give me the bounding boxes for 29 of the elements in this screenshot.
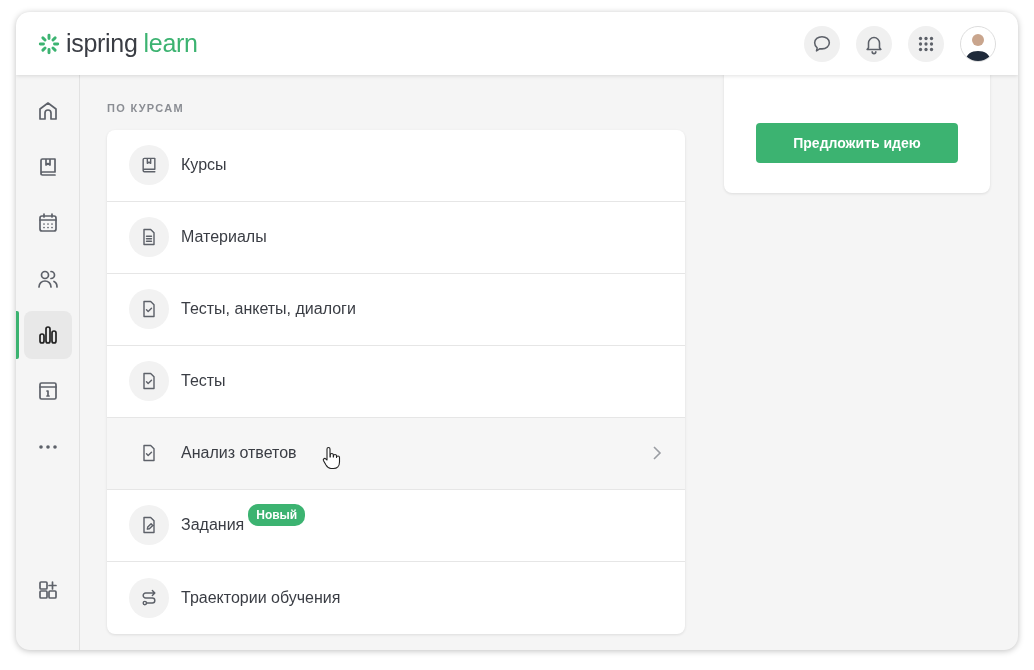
item-label: Тесты — [181, 371, 226, 391]
chat-button[interactable] — [804, 25, 840, 62]
route-icon — [139, 587, 159, 608]
item-label: Курсы — [181, 155, 227, 175]
item-label: Материалы — [181, 227, 267, 247]
avatar[interactable] — [960, 25, 996, 62]
hand-cursor-icon — [321, 445, 341, 470]
section-title: ПО КУРСАМ — [107, 101, 185, 116]
apps-button[interactable] — [908, 25, 944, 62]
list-item[interactable]: Задания Новый — [107, 489, 685, 562]
chevron-right-icon — [651, 445, 663, 461]
list-item[interactable]: Курсы — [107, 129, 685, 202]
list-item[interactable]: Тесты, анкеты, диалоги — [107, 273, 685, 346]
book-icon — [139, 155, 159, 175]
list-item[interactable]: Анализ ответов — [107, 417, 685, 490]
bell-button[interactable] — [856, 25, 892, 62]
item-label: Траектории обучения — [181, 587, 341, 608]
item-label: Задания — [181, 515, 245, 535]
item-label: Анализ ответов — [181, 443, 297, 463]
item-label: Тесты, анкеты, диалоги — [181, 299, 356, 319]
sidebar-item[interactable] — [23, 311, 72, 359]
logo-text: learn — [143, 27, 198, 59]
logo-text: ispring — [66, 27, 138, 59]
list-item[interactable]: Тесты — [107, 345, 685, 418]
list-item[interactable]: Траектории обучения — [107, 561, 685, 634]
list-item[interactable]: Материалы — [107, 201, 685, 274]
logo-icon — [38, 32, 60, 55]
new-badge: Новый — [248, 503, 306, 526]
more-icon — [38, 445, 57, 449]
